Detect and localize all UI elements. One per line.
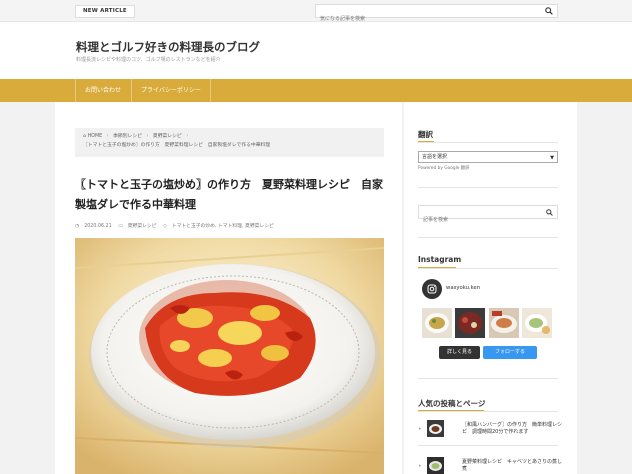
site-title[interactable]: 料理とゴルフ好きの料理長のブログ: [76, 39, 260, 55]
instagram-thumbnail[interactable]: [422, 308, 452, 338]
folder-icon: ▭: [118, 224, 123, 229]
translate-widget-title: 翻訳: [418, 130, 433, 139]
site-description: 料理長流レシピや料理のコツ、ゴルフ場のレストランなどを紹介: [76, 57, 221, 63]
post-category[interactable]: 夏野菜レシピ: [128, 224, 157, 229]
popular-item-title[interactable]: 夏野菜料理レシピ キャベツとあさりの蒸し煮: [462, 459, 562, 473]
cabbage-thumbnail-image: [427, 457, 444, 474]
breadcrumb-summer[interactable]: 夏野菜レシピ: [153, 134, 182, 139]
hamburg-thumbnail-image: [427, 420, 444, 437]
popular-item-title[interactable]: 〖和風ハンバーグ〗の作り方 簡単料理レシピ 調理時間20分で作れます: [462, 422, 562, 436]
breadcrumb-season[interactable]: 季節別レシピ: [113, 134, 142, 139]
divider: [418, 142, 558, 143]
instagram-more-button[interactable]: 詳しく見る: [439, 346, 480, 359]
post-tags[interactable]: トマトと玉子の炒め, トマト料理, 夏野菜レシピ: [172, 224, 274, 229]
site-header: 料理とゴルフ好きの料理長のブログ 料理長流レシピや料理のコツ、ゴルフ場のレストラ…: [0, 22, 632, 79]
top-search-box[interactable]: [315, 4, 558, 25]
food-thumbnail-image: [522, 308, 552, 338]
breadcrumb: ⌂ HOME › 季節別レシピ › 夏野菜レシピ › 〖トマトと玉子の塩炒め〗の…: [75, 128, 384, 157]
google-translate-credit[interactable]: Powered by Google 翻訳: [418, 165, 469, 171]
instagram-avatar[interactable]: [422, 279, 442, 299]
food-thumbnail-image: [489, 308, 519, 338]
breadcrumb-current: 〖トマトと玉子の塩炒め〗の作り方 夏野菜料理レシピ 自家製塩ダレで作る中華料理: [83, 143, 271, 148]
sidebar: 翻訳 言語を選択 ▼ Powered by Google 翻訳 Instagra…: [404, 102, 577, 474]
sidebar-search-box[interactable]: [418, 205, 558, 226]
eyecatch-image: [75, 238, 384, 474]
right-gutter: [577, 102, 632, 474]
instagram-thumbnail[interactable]: [455, 308, 485, 338]
breadcrumb-separator-icon: ›: [146, 134, 149, 139]
new-article-label[interactable]: NEW ARTICLE: [75, 5, 135, 18]
bullet-icon: •: [418, 426, 422, 433]
breadcrumb-separator-icon: ›: [106, 134, 109, 139]
search-icon[interactable]: [545, 7, 553, 15]
instagram-widget-title: Instagram: [418, 255, 462, 264]
divider: [418, 445, 558, 446]
breadcrumb-home[interactable]: HOME: [88, 134, 103, 139]
post-date: 2020.06.21: [84, 224, 112, 229]
divider: [418, 187, 558, 188]
instagram-thumbnail[interactable]: [522, 308, 552, 338]
popular-item[interactable]: • 〖和風ハンバーグ〗の作り方 簡単料理レシピ 調理時間20分で作れます: [418, 420, 563, 440]
global-nav: お問い合わせ プライバシーポリシー: [0, 79, 632, 102]
popular-item-thumbnail[interactable]: [427, 457, 444, 474]
food-thumbnail-image: [455, 308, 485, 338]
divider: [418, 378, 558, 379]
post-meta: ◷ 2020.06.21 ▭ 夏野菜レシピ ◇ トマトと玉子の炒め, トマト料理, 夏…: [75, 222, 279, 229]
main-content: ⌂ HOME › 季節別レシピ › 夏野菜レシピ › 〖トマトと玉子の塩炒め〗の…: [55, 102, 402, 474]
sidebar-search-input[interactable]: [419, 214, 539, 226]
language-select-value: 言語を選択: [422, 154, 448, 160]
popular-item-thumbnail[interactable]: [427, 420, 444, 437]
divider: [418, 411, 558, 412]
breadcrumb-separator-icon: ›: [186, 134, 189, 139]
language-select[interactable]: 言語を選択 ▼: [418, 151, 558, 163]
food-thumbnail-image: [422, 308, 452, 338]
chevron-down-icon: ▼: [550, 155, 554, 161]
nav-item-privacy-policy[interactable]: プライバシーポリシー: [131, 79, 211, 102]
search-icon[interactable]: [546, 209, 553, 216]
divider: [418, 237, 558, 238]
nav-item-contact[interactable]: お問い合わせ: [75, 79, 130, 102]
clock-icon: ◷: [75, 224, 80, 229]
instagram-thumbnail[interactable]: [489, 308, 519, 338]
top-bar: NEW ARTICLE: [0, 0, 632, 25]
popular-widget-title: 人気の投稿とページ: [418, 399, 486, 408]
popular-item[interactable]: • 夏野菜料理レシピ キャベツとあさりの蒸し煮: [418, 457, 563, 474]
instagram-icon: [427, 284, 437, 294]
divider: [418, 268, 558, 269]
bullet-icon: •: [418, 463, 422, 470]
instagram-username[interactable]: wasyoku.ken: [446, 285, 480, 291]
instagram-follow-button[interactable]: フォローする: [483, 346, 537, 359]
home-icon: ⌂: [83, 134, 87, 139]
tomato-egg-dish-photo: [75, 238, 384, 474]
tag-icon: ◇: [163, 224, 167, 229]
post-title: 〖トマトと玉子の塩炒め〗の作り方 夏野菜料理レシピ 自家製塩ダレで作る中華料理: [75, 178, 383, 211]
